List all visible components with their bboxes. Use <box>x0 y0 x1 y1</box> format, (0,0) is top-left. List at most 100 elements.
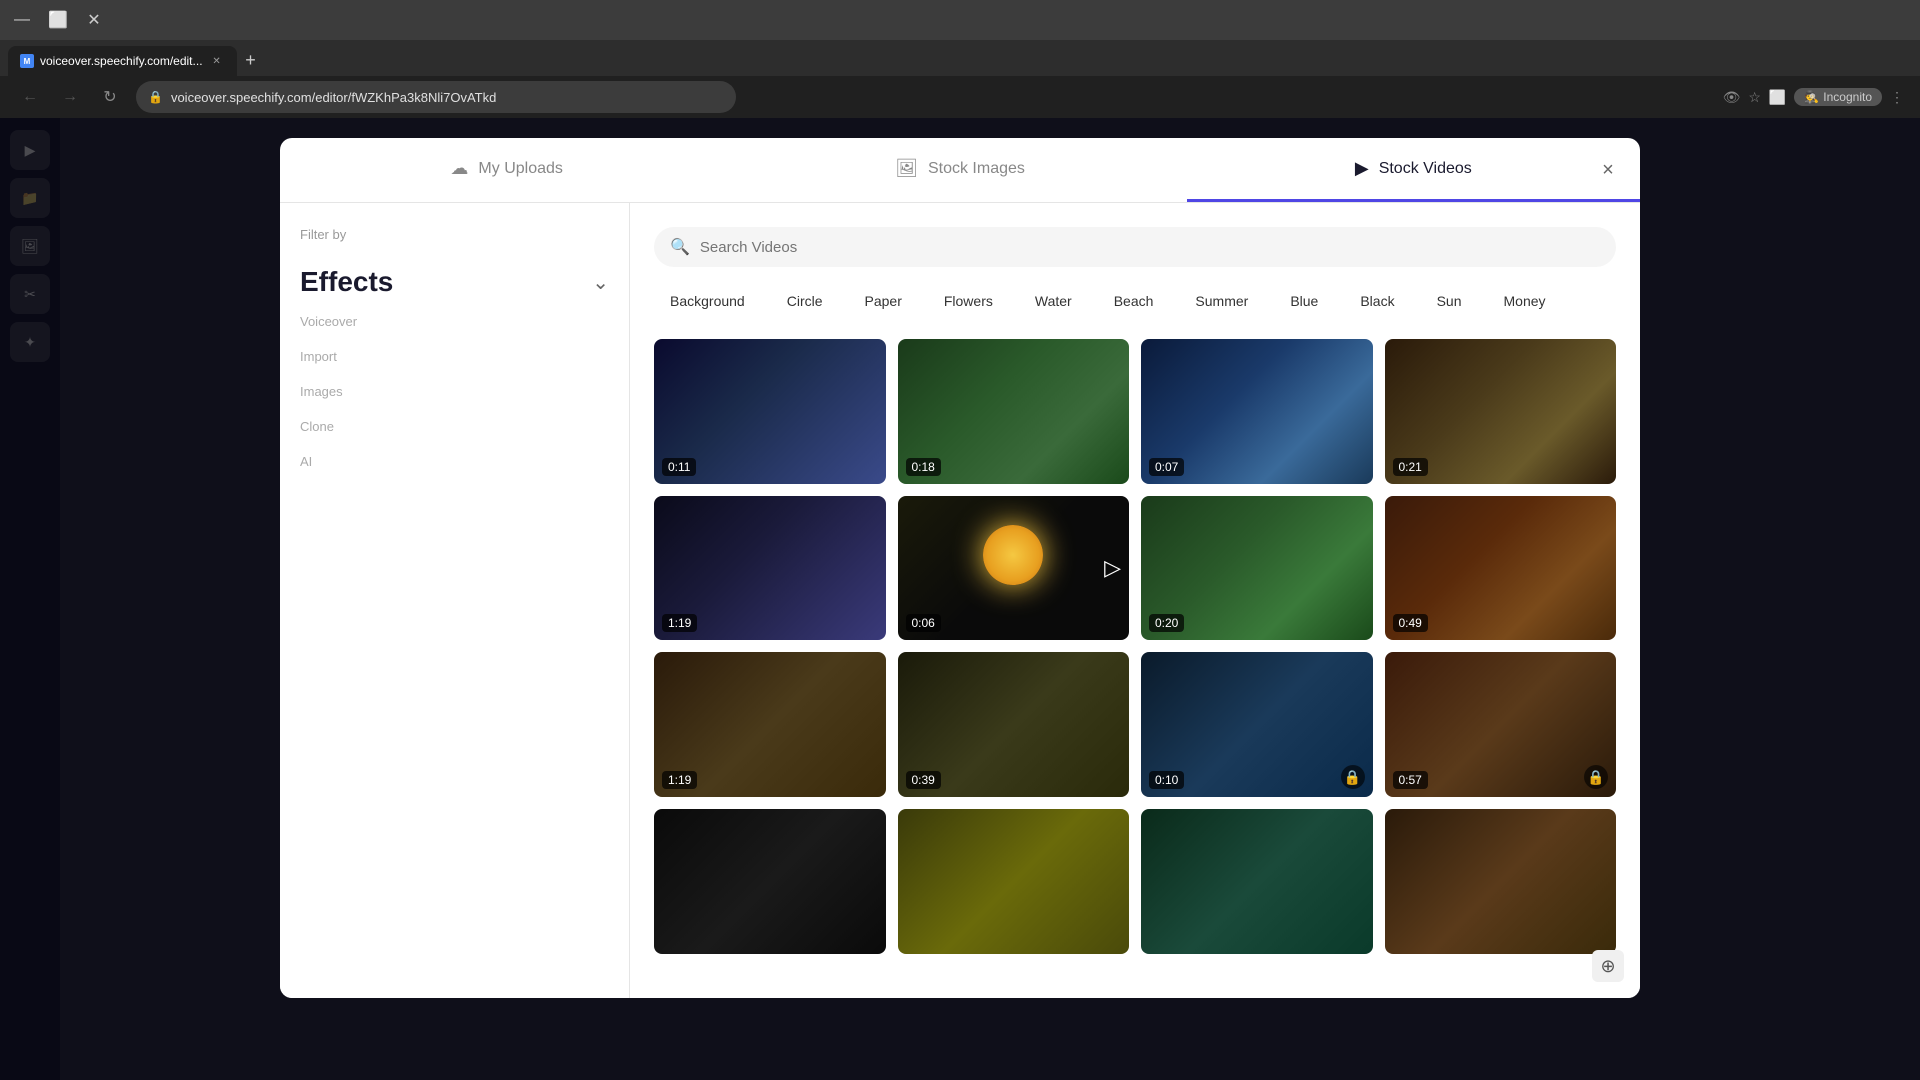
incognito-icon: 🕵 <box>1804 90 1819 104</box>
new-tab-button[interactable]: + <box>237 46 265 74</box>
browser-right-icons: 👁 ☆ ⬜ 🕵 Incognito ⋮ <box>1723 88 1904 106</box>
incognito-label: Incognito <box>1823 90 1872 104</box>
browser-chrome: — ⬜ ✕ M voiceover.speechify.com/edit... … <box>0 0 1920 118</box>
sidebar-item-voiceover[interactable]: Voiceover <box>300 306 609 337</box>
modal-body: Filter by Effects ⌄ Voiceover Import Ima… <box>280 203 1640 998</box>
url-secure-icon: 🔒 <box>148 90 163 104</box>
videos-icon: ▶ <box>1355 158 1369 179</box>
sidebar-item-clone[interactable]: Clone <box>300 411 609 442</box>
tab-my-uploads[interactable]: ☁ My Uploads <box>280 138 733 202</box>
tablet-icon: ⬜ <box>1769 89 1786 106</box>
minimize-button[interactable]: — <box>8 6 36 34</box>
video-duration-2: 0:18 <box>906 458 941 476</box>
tab-stock-images-label: Stock Images <box>928 160 1025 178</box>
uploads-icon: ☁ <box>450 158 468 179</box>
filter-tag-summer[interactable]: Summer <box>1179 287 1264 315</box>
restore-button[interactable]: ⬜ <box>44 6 72 34</box>
effects-chevron-icon: ⌄ <box>592 270 609 295</box>
forward-button[interactable]: → <box>56 83 84 111</box>
stock-videos-modal: ☁ My Uploads 🖼 Stock Images ▶ Stock Vide… <box>280 138 1640 998</box>
browser-tab-active[interactable]: M voiceover.speechify.com/edit... ✕ <box>8 46 237 76</box>
eye-off-icon: 👁 <box>1723 89 1741 106</box>
video-card-9[interactable]: 1:19 <box>654 652 886 797</box>
video-card-1[interactable]: 0:11 <box>654 339 886 484</box>
search-input[interactable] <box>700 239 1600 256</box>
video-duration-12: 0:57 <box>1393 771 1428 789</box>
video-duration-10: 0:39 <box>906 771 941 789</box>
zoom-controls: ⊕ <box>1592 950 1624 982</box>
filter-tag-blue[interactable]: Blue <box>1274 287 1334 315</box>
effects-title: Effects <box>300 266 393 298</box>
effects-section[interactable]: Effects ⌄ <box>300 258 609 306</box>
video-card-6[interactable]: 0:06 ▷ <box>898 496 1130 641</box>
sidebar-item-images[interactable]: Images <box>300 376 609 407</box>
incognito-badge: 🕵 Incognito <box>1794 88 1882 106</box>
modal-sidebar: Filter by Effects ⌄ Voiceover Import Ima… <box>280 203 630 998</box>
video-duration-4: 0:21 <box>1393 458 1428 476</box>
video-card-13[interactable] <box>654 809 886 954</box>
video-duration-3: 0:07 <box>1149 458 1184 476</box>
url-bar[interactable]: 🔒 voiceover.speechify.com/editor/fWZKhPa… <box>136 81 736 113</box>
modal-overlay: ☁ My Uploads 🖼 Stock Images ▶ Stock Vide… <box>0 118 1920 1080</box>
sidebar-item-ai[interactable]: AI <box>300 446 609 477</box>
filter-tag-paper[interactable]: Paper <box>849 287 918 315</box>
video-card-2[interactable]: 0:18 <box>898 339 1130 484</box>
video-card-12[interactable]: 0:57 🔒 <box>1385 652 1617 797</box>
filter-tag-water[interactable]: Water <box>1019 287 1088 315</box>
tab-stock-images[interactable]: 🖼 Stock Images <box>733 138 1186 202</box>
video-duration-11: 0:10 <box>1149 771 1184 789</box>
video-card-14[interactable] <box>898 809 1130 954</box>
video-duration-9: 1:19 <box>662 771 697 789</box>
video-duration-1: 0:11 <box>662 458 696 476</box>
filter-tag-circle[interactable]: Circle <box>771 287 839 315</box>
filter-tag-black[interactable]: Black <box>1344 287 1410 315</box>
filter-tag-money[interactable]: Money <box>1488 287 1562 315</box>
modal-header: ☁ My Uploads 🖼 Stock Images ▶ Stock Vide… <box>280 138 1640 203</box>
video-card-8[interactable]: 0:49 <box>1385 496 1617 641</box>
tab-favicon: M <box>20 54 34 68</box>
filter-tag-background[interactable]: Background <box>654 287 761 315</box>
url-text: voiceover.speechify.com/editor/fWZKhPa3k… <box>171 90 496 105</box>
menu-icon[interactable]: ⋮ <box>1890 89 1904 106</box>
modal-close-button[interactable]: × <box>1592 154 1624 186</box>
video-card-16[interactable] <box>1385 809 1617 954</box>
filter-tag-beach[interactable]: Beach <box>1098 287 1170 315</box>
video-card-5[interactable]: 1:19 <box>654 496 886 641</box>
star-icon: ☆ <box>1748 89 1761 106</box>
filter-tags-row: Background Circle Paper Flowers Water Be… <box>654 287 1616 319</box>
filter-by-label: Filter by <box>300 227 609 242</box>
video-card-3[interactable]: 0:07 <box>1141 339 1373 484</box>
video-duration-7: 0:20 <box>1149 614 1184 632</box>
lock-icon-12: 🔒 <box>1584 765 1608 789</box>
back-button[interactable]: ← <box>16 83 44 111</box>
tab-title: voiceover.speechify.com/edit... <box>40 54 203 68</box>
refresh-button[interactable]: ↻ <box>96 83 124 111</box>
filter-tag-sun[interactable]: Sun <box>1421 287 1478 315</box>
sidebar-items-list: Voiceover Import Images Clone AI <box>300 306 609 477</box>
sidebar-item-import[interactable]: Import <box>300 341 609 372</box>
video-grid: 0:11 0:18 0:07 0:21 1:19 <box>654 339 1616 954</box>
close-window-button[interactable]: ✕ <box>80 6 108 34</box>
app-container: ▶ 📁 🖼 ✂ ✦ ☁ My Uploads 🖼 Stock Images <box>0 118 1920 1080</box>
tab-stock-videos[interactable]: ▶ Stock Videos <box>1187 138 1640 202</box>
modal-main-content: 🔍 Background Circle Paper Flowers Water … <box>630 203 1640 998</box>
zoom-in-button[interactable]: ⊕ <box>1592 950 1624 982</box>
video-duration-6: 0:06 <box>906 614 941 632</box>
video-card-4[interactable]: 0:21 <box>1385 339 1617 484</box>
images-icon: 🖼 <box>895 158 918 179</box>
tab-close-button[interactable]: ✕ <box>209 53 225 69</box>
address-bar: ← → ↻ 🔒 voiceover.speechify.com/editor/f… <box>0 76 1920 118</box>
video-card-11[interactable]: 0:10 🔒 <box>1141 652 1373 797</box>
video-duration-8: 0:49 <box>1393 614 1428 632</box>
tabs-bar: M voiceover.speechify.com/edit... ✕ + <box>0 40 1920 76</box>
lock-icon-11: 🔒 <box>1341 765 1365 789</box>
video-card-7[interactable]: 0:20 <box>1141 496 1373 641</box>
video-duration-5: 1:19 <box>662 614 697 632</box>
filter-tag-flowers[interactable]: Flowers <box>928 287 1009 315</box>
browser-titlebar: — ⬜ ✕ <box>0 0 1920 40</box>
play-hover-icon: ▷ <box>1104 555 1121 581</box>
tab-stock-videos-label: Stock Videos <box>1379 160 1472 178</box>
video-card-10[interactable]: 0:39 <box>898 652 1130 797</box>
video-card-15[interactable] <box>1141 809 1373 954</box>
search-bar: 🔍 <box>654 227 1616 267</box>
